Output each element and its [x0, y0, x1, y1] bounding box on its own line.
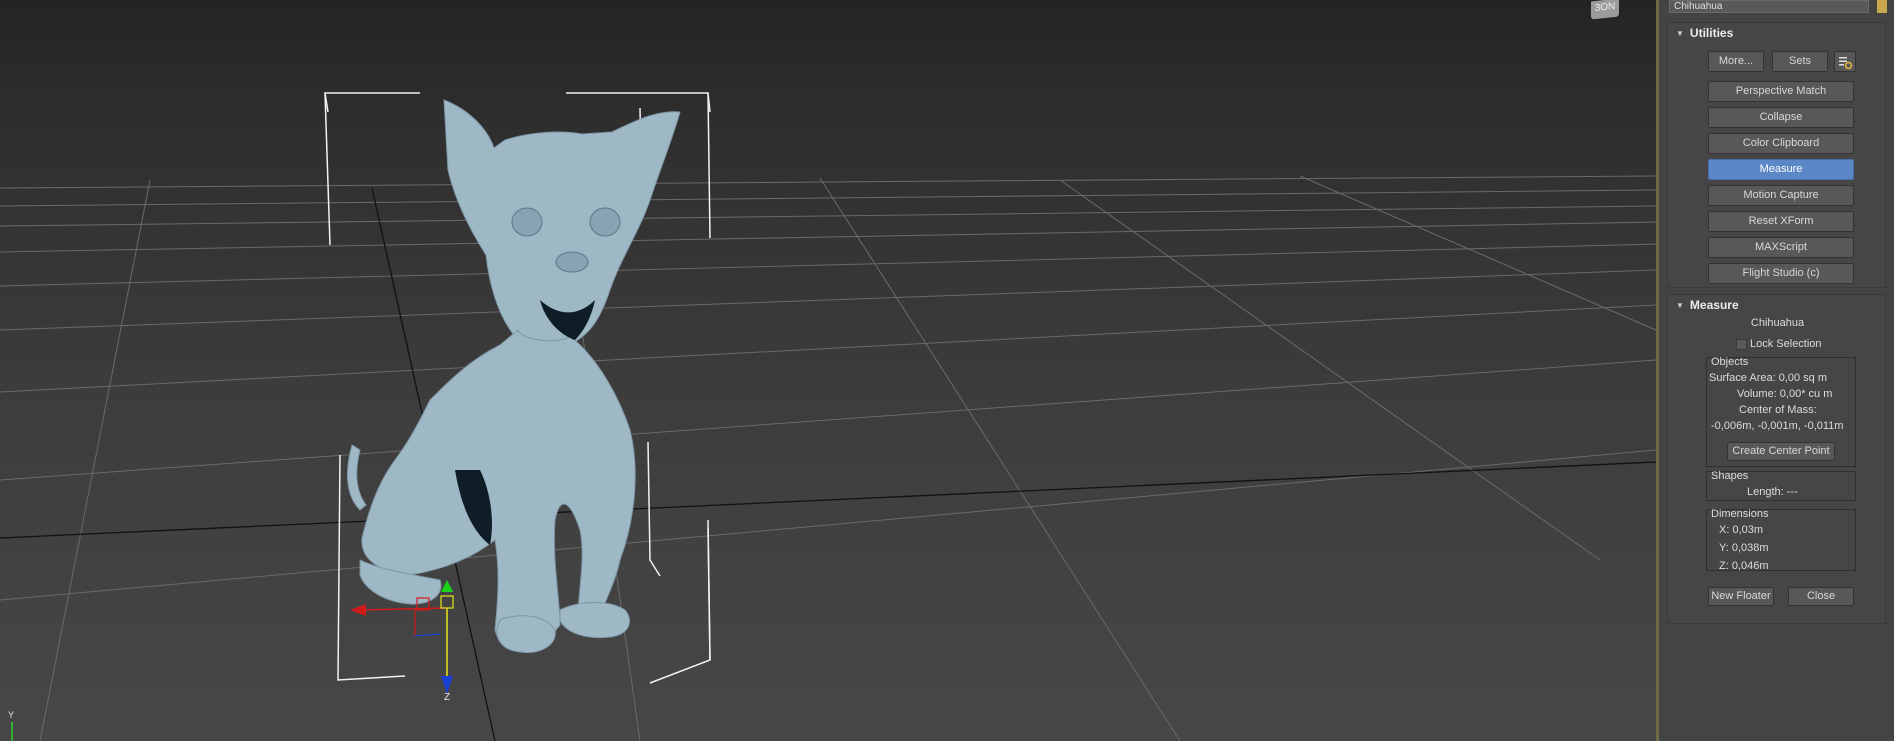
collapse-triangle-icon: ▼ [1676, 301, 1684, 310]
sets-button[interactable]: Sets [1772, 51, 1828, 72]
object-name-field[interactable]: Chihuahua [1669, 0, 1869, 13]
volume-readout: Volume: 0,00* cu m [1737, 388, 1833, 400]
dimension-z-readout: Z: 0,046m [1719, 560, 1769, 572]
surface-area-readout: Surface Area: 0,00 sq m [1709, 372, 1828, 384]
objects-group: Objects Surface Area: 0,00 sq m Volume: … [1706, 356, 1856, 467]
lock-selection-label: Lock Selection [1750, 338, 1822, 350]
perspective-viewport[interactable]: Z Y 3ON [0, 0, 1656, 741]
utility-button-color-clipboard[interactable]: Color Clipboard [1708, 133, 1854, 154]
dimensions-group-title: Dimensions [1711, 508, 1769, 520]
utilities-rollout: ▼ Utilities More... Sets Perspective Matc… [1667, 22, 1886, 288]
new-floater-button[interactable]: New Floater [1708, 587, 1774, 606]
measure-rollout-header[interactable]: ▼ Measure [1668, 295, 1885, 315]
objects-group-title: Objects [1711, 356, 1749, 368]
viewport-scene [0, 92, 1656, 741]
utility-button-reset-xform[interactable]: Reset XForm [1708, 211, 1854, 232]
utility-button-perspective-match[interactable]: Perspective Match [1708, 81, 1854, 102]
utility-button-collapse[interactable]: Collapse [1708, 107, 1854, 128]
create-center-point-button[interactable]: Create Center Point [1727, 442, 1835, 461]
measured-object-name: Chihuahua [1750, 317, 1805, 329]
utility-button-flight-studio-c[interactable]: Flight Studio (c) [1708, 263, 1854, 284]
utility-button-measure[interactable]: Measure [1708, 159, 1854, 180]
shapes-group: Shapes Length: --- [1706, 470, 1856, 501]
utilities-title: Utilities [1689, 26, 1734, 40]
measure-rollout: ▼ Measure Chihuahua Lock Selection Object… [1667, 294, 1886, 624]
close-button[interactable]: Close [1788, 587, 1854, 606]
list-settings-icon [1839, 57, 1853, 70]
dimension-x-readout: X: 0,03m [1719, 524, 1764, 536]
measure-title: Measure [1689, 298, 1739, 312]
utility-button-motion-capture[interactable]: Motion Capture [1708, 185, 1854, 206]
world-axis-lines [0, 187, 1656, 741]
collapse-triangle-icon: ▼ [1676, 29, 1684, 38]
lock-selection-checkbox[interactable] [1736, 339, 1747, 350]
object-color-swatch[interactable] [1877, 0, 1887, 13]
home-grid [0, 174, 1656, 741]
utility-button-maxscript[interactable]: MAXScript [1708, 237, 1854, 258]
shapes-group-title: Shapes [1711, 470, 1749, 482]
dimension-y-readout: Y: 0,038m [1719, 542, 1769, 554]
dimensions-group: Dimensions X: 0,03m Y: 0,038m Z: 0,046m [1706, 508, 1856, 572]
command-panel: Chihuahua ▼ Utilities More... Sets Perspe… [1659, 0, 1894, 741]
configure-button-sets-icon[interactable] [1834, 51, 1856, 72]
utilities-rollout-header[interactable]: ▼ Utilities [1668, 23, 1885, 43]
center-of-mass-value: -0,006m, -0,001m, -0,011m [1711, 420, 1844, 432]
chihuahua-model[interactable] [347, 99, 681, 654]
center-of-mass-label: Center of Mass: [1739, 404, 1817, 416]
viewcube[interactable]: 3ON [1591, 0, 1619, 20]
length-readout: Length: --- [1747, 486, 1798, 498]
more-button[interactable]: More... [1708, 51, 1764, 72]
